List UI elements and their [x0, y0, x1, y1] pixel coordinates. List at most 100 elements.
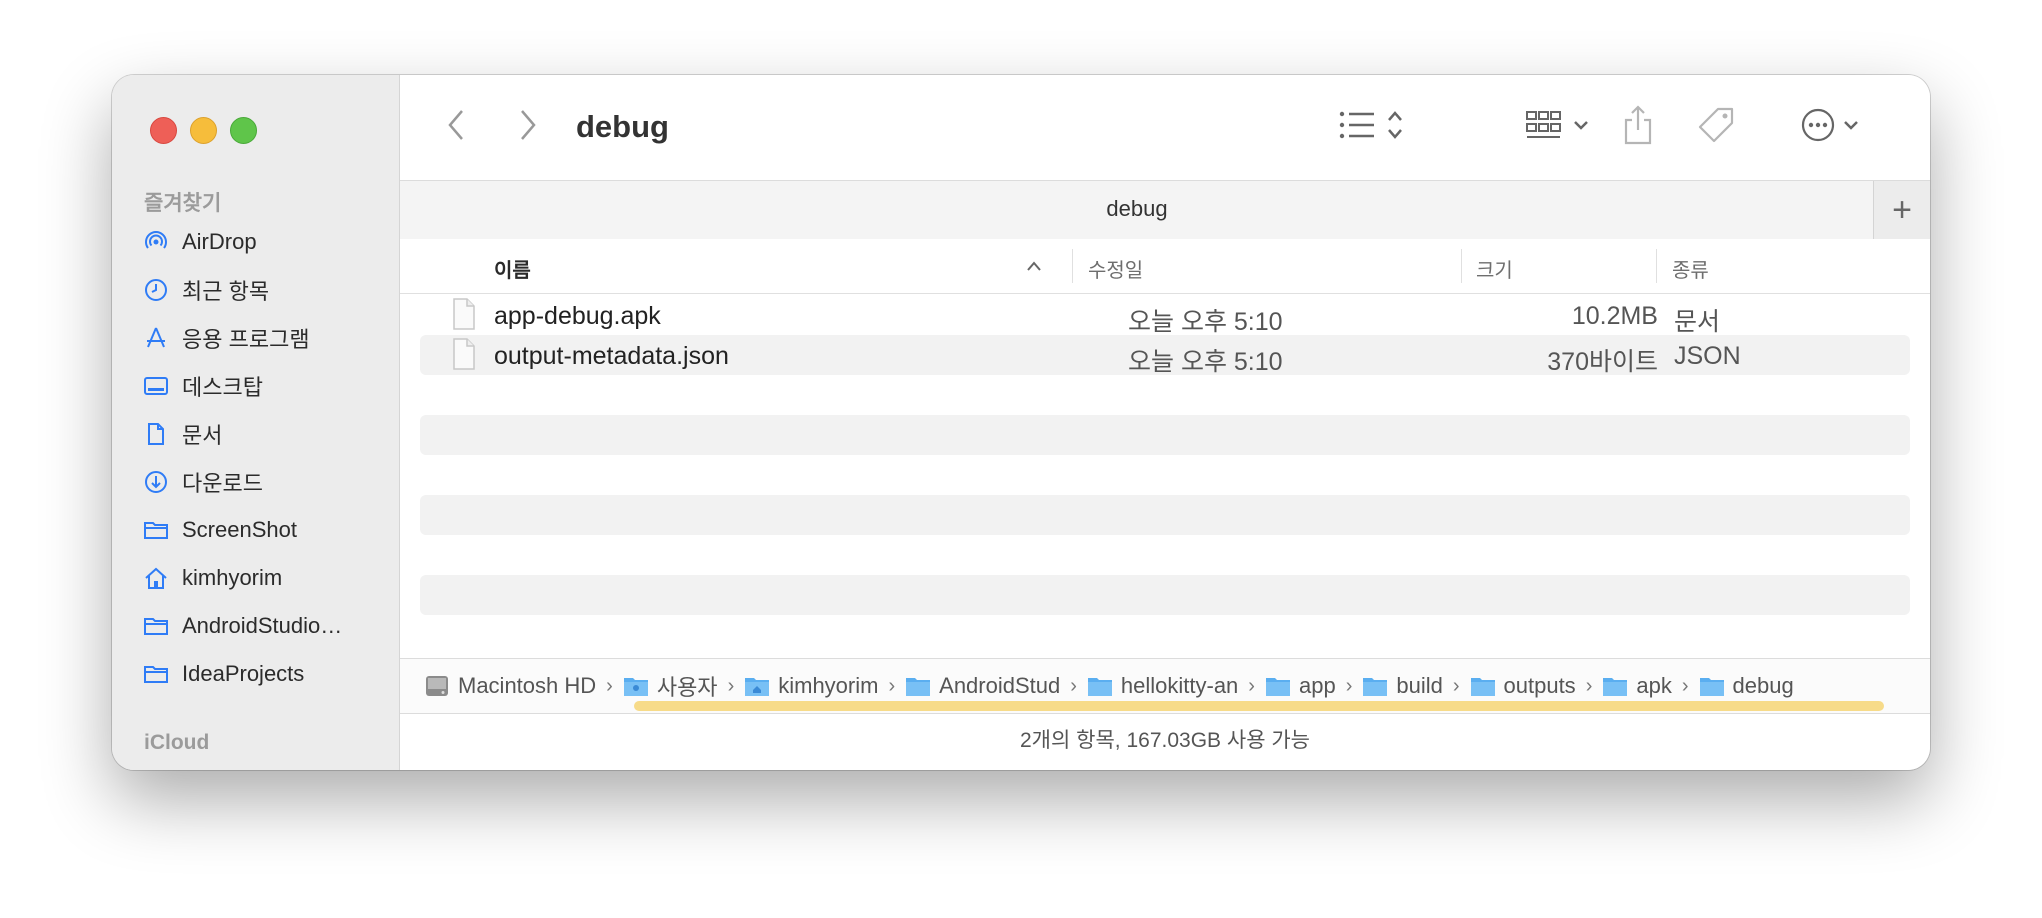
icloud-section-title: iCloud	[144, 731, 210, 754]
empty-row	[420, 575, 1910, 615]
tag-button[interactable]	[1694, 103, 1738, 147]
close-window-button[interactable]	[150, 117, 177, 144]
share-button[interactable]	[1618, 101, 1658, 149]
minimize-window-button[interactable]	[190, 117, 217, 144]
empty-row	[420, 495, 1910, 535]
path-separator: ›	[606, 674, 613, 697]
sidebar-item-label: 응용 프로그램	[182, 327, 310, 352]
column-header: 이름 수정일 크기 종류	[400, 239, 1930, 294]
path-item-outputs[interactable]: outputs	[1470, 673, 1576, 699]
desktop-icon	[142, 372, 170, 400]
folder-icon	[1602, 675, 1628, 697]
folder-icon	[1699, 675, 1725, 697]
finder-window: 즐겨찾기 AirDrop 최근 항목 응용 프로그램 데스크탑 문서 다운로드 …	[112, 75, 1930, 770]
path-separator: ›	[1585, 674, 1593, 697]
document-icon	[142, 420, 170, 448]
path-item-debug[interactable]: debug	[1699, 673, 1794, 699]
favorites-section-title: 즐겨찾기	[144, 192, 222, 215]
back-button[interactable]	[438, 105, 474, 145]
column-divider[interactable]	[1072, 249, 1073, 283]
sidebar-item-label: ScreenShot	[182, 517, 297, 542]
download-icon	[142, 468, 170, 496]
path-item-app[interactable]: app	[1265, 673, 1336, 699]
sidebar-item-airdrop[interactable]: AirDrop	[142, 222, 392, 262]
sidebar-item-label: 다운로드	[182, 471, 263, 496]
sidebar-item-label: AndroidStudio…	[182, 613, 343, 638]
applications-icon	[142, 324, 170, 352]
path-separator: ›	[727, 674, 735, 697]
file-name: output-metadata.json	[494, 342, 729, 370]
file-row[interactable]: output-metadata.json 오늘 오후 5:10 370바이트 J…	[420, 335, 1910, 376]
folder-icon	[1087, 675, 1113, 697]
folder-icon	[1362, 675, 1388, 697]
path-separator: ›	[888, 674, 896, 697]
folder-icon	[142, 612, 170, 640]
folder-icon	[142, 516, 170, 544]
column-date-header[interactable]: 수정일	[1088, 254, 1143, 283]
path-separator: ›	[1681, 674, 1689, 697]
file-row[interactable]: app-debug.apk 오늘 오후 5:10 10.2MB 문서	[420, 295, 1910, 336]
file-name: app-debug.apk	[494, 302, 661, 330]
sidebar-item-downloads[interactable]: 다운로드	[142, 462, 392, 502]
home-icon	[142, 564, 170, 592]
group-button[interactable]	[1522, 103, 1602, 147]
chevron-left-icon	[448, 110, 463, 140]
path-separator: ›	[1070, 674, 1077, 697]
folder-icon	[1265, 675, 1291, 697]
folder-icon	[142, 660, 170, 688]
zoom-window-button[interactable]	[230, 117, 257, 144]
path-item-androidstudio[interactable]: AndroidStud	[905, 673, 1060, 699]
file-size: 10.2MB	[1571, 302, 1658, 330]
hard-drive-icon	[424, 673, 450, 699]
grid-group-icon	[1526, 111, 1588, 138]
file-kind: 문서	[1674, 308, 1721, 336]
path-item-apk[interactable]: apk	[1602, 673, 1672, 699]
sidebar-item-androidstudio[interactable]: AndroidStudio…	[142, 606, 392, 646]
folder-icon	[1470, 675, 1496, 697]
more-icon	[1801, 108, 1858, 142]
airdrop-icon	[142, 228, 170, 256]
column-divider[interactable]	[1656, 249, 1657, 283]
file-kind: JSON	[1674, 342, 1741, 370]
column-kind-header[interactable]: 종류	[1672, 254, 1709, 283]
file-icon	[452, 338, 476, 375]
path-item-build[interactable]: build	[1362, 673, 1443, 699]
sidebar-item-desktop[interactable]: 데스크탑	[142, 366, 392, 406]
sidebar-item-label: 데스크탑	[182, 375, 263, 400]
sort-ascending-icon[interactable]	[1026, 259, 1042, 277]
path-separator: ›	[1248, 674, 1255, 697]
status-bar: 2개의 항목, 167.03GB 사용 가능	[400, 715, 1930, 770]
sidebar-item-ideaprojects[interactable]: IdeaProjects	[142, 654, 392, 694]
list-view-icon	[1339, 111, 1402, 139]
tab-debug[interactable]: debug	[400, 196, 1874, 222]
chevron-right-icon	[521, 110, 536, 140]
path-item-kimhyorim[interactable]: kimhyorim	[744, 673, 878, 699]
action-menu-button[interactable]	[1800, 103, 1872, 147]
new-tab-button[interactable]: +	[1873, 181, 1930, 239]
column-size-header[interactable]: 크기	[1476, 254, 1513, 283]
users-folder-icon	[623, 675, 649, 697]
clock-icon	[142, 276, 170, 304]
path-item-hellokitty[interactable]: hellokitty-an	[1087, 673, 1238, 699]
folder-icon	[905, 675, 931, 697]
sidebar-item-documents[interactable]: 문서	[142, 414, 392, 454]
sidebar-item-home[interactable]: kimhyorim	[142, 558, 392, 598]
sidebar-item-recents[interactable]: 최근 항목	[142, 270, 392, 310]
window-title: debug	[576, 109, 669, 144]
path-item-macintosh-hd[interactable]: Macintosh HD	[424, 673, 596, 699]
sidebar-item-applications[interactable]: 응용 프로그램	[142, 318, 392, 358]
sidebar: 즐겨찾기 AirDrop 최근 항목 응용 프로그램 데스크탑 문서 다운로드 …	[112, 75, 400, 770]
file-size: 370바이트	[1547, 348, 1658, 376]
sidebar-item-screenshot[interactable]: ScreenShot	[142, 510, 392, 550]
column-divider[interactable]	[1461, 249, 1462, 283]
file-icon	[452, 298, 476, 335]
column-name-header[interactable]: 이름	[494, 254, 531, 283]
forward-button[interactable]	[510, 105, 546, 145]
toolbar: debug	[400, 75, 1930, 180]
view-options-button[interactable]	[1335, 103, 1415, 147]
share-icon	[1624, 105, 1652, 145]
path-separator: ›	[1345, 674, 1353, 697]
path-item-users[interactable]: 사용자	[623, 670, 718, 702]
path-highlight-underline	[634, 701, 1884, 711]
tag-icon	[1698, 107, 1734, 143]
